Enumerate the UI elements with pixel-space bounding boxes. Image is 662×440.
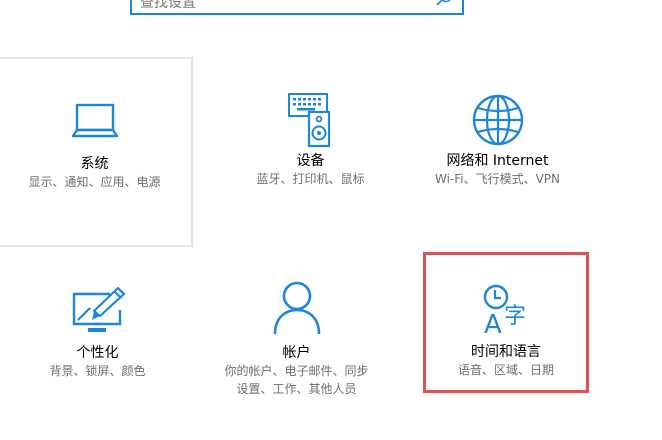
- tile-personalization-desc: 背景、锁屏、颜色: [49, 364, 146, 378]
- tile-system-desc: 显示、通知、应用、电源: [28, 175, 161, 189]
- tile-system-title: 系统: [80, 156, 109, 172]
- tile-personalization[interactable]: 个性化 背景、锁屏、颜色: [0, 250, 195, 440]
- tile-devices-desc: 蓝牙、打印机、鼠标: [256, 172, 365, 186]
- tile-devices-title: 设备: [296, 153, 325, 169]
- personalization-icon: [72, 286, 125, 332]
- tile-time-language-desc: 语音、区域、日期: [457, 363, 554, 377]
- tile-accounts-desc-line1: 你的帐户、电子邮件、同步: [224, 364, 369, 378]
- tile-network-title: 网络和 Internet: [446, 153, 549, 169]
- devices-icon: [287, 93, 330, 148]
- tile-system[interactable]: 系统 显示、通知、应用、电源: [0, 57, 193, 247]
- tile-network-desc: Wi-Fi、飞行模式、VPN: [434, 172, 561, 186]
- tile-network[interactable]: 网络和 Internet Wi-Fi、飞行模式、VPN: [400, 60, 595, 248]
- tile-personalization-title: 个性化: [76, 345, 119, 361]
- time-language-icon: A 字: [483, 284, 526, 339]
- tile-accounts[interactable]: 帐户 你的帐户、电子邮件、同步 设置、工作、其他人员: [199, 250, 394, 440]
- person-icon: [273, 281, 320, 335]
- tile-time-language-title: 时间和语言: [471, 344, 541, 360]
- tile-accounts-title: 帐户: [282, 345, 311, 361]
- tile-accounts-desc-line2: 设置、工作、其他人员: [236, 382, 357, 396]
- search-box[interactable]: [130, 0, 464, 15]
- tile-devices[interactable]: 设备 蓝牙、打印机、鼠标: [213, 60, 408, 248]
- search-input[interactable]: [140, 0, 430, 13]
- svg-text:字: 字: [504, 304, 526, 329]
- svg-text:A: A: [484, 310, 502, 339]
- globe-icon: [472, 94, 523, 146]
- laptop-icon: [71, 103, 118, 138]
- tile-time-language[interactable]: A 字 时间和语言 语音、区域、日期: [423, 252, 589, 393]
- search-icon[interactable]: [434, 0, 454, 8]
